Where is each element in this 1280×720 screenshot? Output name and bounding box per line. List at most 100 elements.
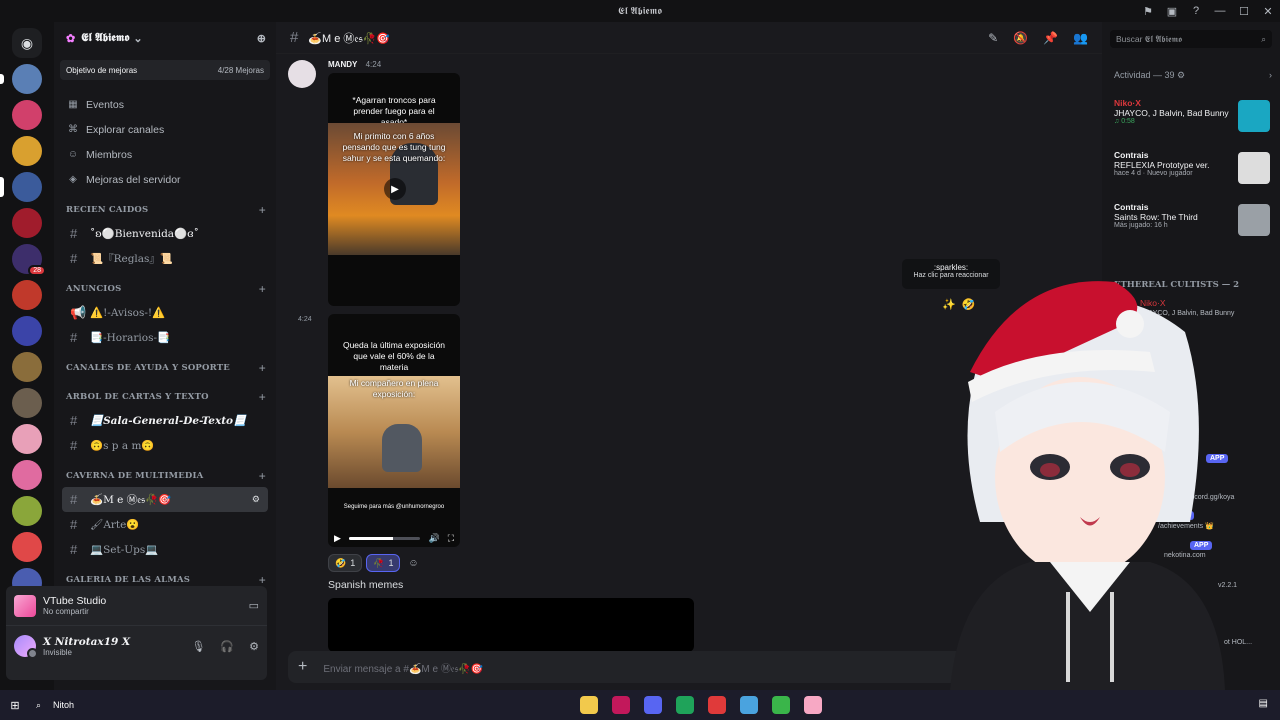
author-avatar[interactable] xyxy=(288,60,316,88)
menu-item-members[interactable]: ☺ Miembros xyxy=(54,142,276,167)
menu-item-boosts[interactable]: ◈ Mejoras del servidor xyxy=(54,167,276,192)
channel-item[interactable]: # 📑-Horarios-📑 xyxy=(62,325,268,350)
category-label: ANUNCIOS xyxy=(66,284,122,294)
add-channel-icon[interactable]: + xyxy=(259,390,266,404)
video-attachment[interactable]: Queda la última exposición que vale el 6… xyxy=(328,314,460,547)
microphone-icon[interactable]: 🎙 xyxy=(191,640,205,653)
server-icon[interactable] xyxy=(12,208,42,238)
server-icon[interactable] xyxy=(0,172,42,202)
app-badge: APP xyxy=(1206,454,1229,463)
add-channel-icon[interactable]: + xyxy=(259,203,266,217)
app-icon[interactable] xyxy=(772,696,790,714)
add-channel-icon[interactable]: + xyxy=(259,573,266,587)
activity-card[interactable]: Contrais Saints Row: The Third Más jugad… xyxy=(1108,198,1274,246)
channel-name: 📑-Horarios-📑 xyxy=(90,332,171,344)
add-reaction-icon[interactable]: ☺ xyxy=(404,554,422,572)
boost-goal[interactable]: Objetivo de mejoras 4/28 Mejoras xyxy=(60,60,270,80)
server-icon[interactable] xyxy=(12,460,42,490)
share-screen-icon[interactable]: ▭ xyxy=(249,599,259,612)
server-icon[interactable] xyxy=(12,496,42,526)
channel-item[interactable]: # 🙃s p a m🙃 xyxy=(62,433,268,458)
channel-item[interactable]: # ˚ʚ⚪Bienvenida⚪ɞ˚ xyxy=(62,221,268,246)
maximize-button[interactable]: ☐ xyxy=(1232,0,1256,22)
member-item[interactable]: Niko·X JHAYCO, J Balvin, Bad Bunny xyxy=(1114,298,1274,324)
video-subject xyxy=(382,424,422,472)
headphones-icon[interactable]: 🎧 xyxy=(220,640,234,653)
menu-item-events[interactable]: ▦ Eventos xyxy=(54,92,276,117)
server-header[interactable]: ✿ 𝕰𝖑 𝕬𝖇𝖎𝖊𝖒𝖔 ⌄ ⊕ xyxy=(54,22,276,54)
mute-icon[interactable]: 🔕 xyxy=(1013,31,1028,45)
category-header[interactable]: CAVERNA DE MULTIMEDIA + xyxy=(54,465,276,487)
add-channel-icon[interactable]: + xyxy=(259,282,266,296)
activity-card[interactable]: Niko·X JHAYCO, J Balvin, Bad Bunny ♫ 0:5… xyxy=(1108,94,1274,142)
upload-icon[interactable]: + xyxy=(298,658,307,676)
help-icon[interactable]: ? xyxy=(1184,0,1208,22)
menu-item-browse[interactable]: ⌘ Explorar canales xyxy=(54,117,276,142)
reaction[interactable]: 🥀 1 xyxy=(366,554,401,572)
pin-icon[interactable]: 📌 xyxy=(1043,31,1058,45)
screen-icon[interactable]: ▣ xyxy=(1160,0,1184,22)
close-button[interactable]: ✕ xyxy=(1256,0,1280,22)
video-attachment[interactable]: *Agarran troncos para prender fuego para… xyxy=(328,73,460,306)
server-icon[interactable] xyxy=(12,532,42,562)
activity-card[interactable]: Contrais REFLEXIA Prototype ver. hace 4 … xyxy=(1108,146,1274,194)
channel-settings-icon[interactable]: ⚙ xyxy=(252,495,260,505)
gear-icon[interactable]: ⚙ xyxy=(1177,70,1185,80)
taskbar-search[interactable]: ⌕ Nitoh xyxy=(36,700,74,711)
add-channel-icon[interactable]: + xyxy=(259,469,266,483)
server-icon[interactable] xyxy=(12,424,42,454)
windows-start-icon[interactable]: ⊞ xyxy=(0,699,30,712)
notification-icon[interactable]: ▤ xyxy=(1259,698,1268,709)
channel-item[interactable]: # 📃Sala-General-De-Texto📃 xyxy=(62,408,268,433)
author-name[interactable]: MANDY xyxy=(328,60,357,69)
server-folder-icon[interactable]: 28 xyxy=(12,244,46,276)
server-icon[interactable] xyxy=(12,100,42,130)
sparkles-icon[interactable]: ✨ xyxy=(942,298,956,311)
file-explorer-icon[interactable] xyxy=(580,696,598,714)
server-icon[interactable] xyxy=(12,280,42,310)
vtube-studio-icon[interactable] xyxy=(804,696,822,714)
member-list-icon[interactable]: 👥 xyxy=(1073,31,1088,45)
volume-icon[interactable]: 🔊 xyxy=(428,533,439,544)
server-icon[interactable] xyxy=(0,64,42,94)
invite-icon[interactable]: ⊕ xyxy=(257,32,266,45)
discord-icon[interactable] xyxy=(644,696,662,714)
play-icon[interactable]: ▶ xyxy=(334,533,341,544)
minimize-button[interactable]: — xyxy=(1208,0,1232,22)
obs-icon[interactable] xyxy=(708,696,726,714)
message-composer[interactable]: + Enviar mensaje a #🍝M e Ⓜ𝔢𝔰🥀🎯 xyxy=(288,651,1088,683)
reaction[interactable]: 🤣 1 xyxy=(328,554,363,572)
app-icon[interactable] xyxy=(740,696,758,714)
channel-item[interactable]: # 🖌Arte😮 xyxy=(62,512,268,537)
hash-icon: # xyxy=(70,413,78,428)
category-header[interactable]: ANUNCIOS + xyxy=(54,278,276,300)
channel-item[interactable]: # 📜『Reglas』📜 xyxy=(62,246,268,271)
chevron-right-icon[interactable]: › xyxy=(1269,70,1272,80)
channel-item[interactable]: 📢 ⚠️!-Avisos-!⚠️ xyxy=(62,300,268,325)
category-header[interactable]: CANALES DE AYUDA Y SOPORTE + xyxy=(54,357,276,379)
laugh-icon[interactable]: 🤣 xyxy=(962,298,976,311)
channel-item[interactable]: # 💻Set-Ups💻 xyxy=(62,537,268,562)
fullscreen-icon[interactable]: ⛶ xyxy=(448,533,454,544)
add-channel-icon[interactable]: + xyxy=(259,361,266,375)
message-input[interactable]: Enviar mensaje a #🍝M e Ⓜ𝔢𝔰🥀🎯 xyxy=(323,660,483,675)
discord-home-icon[interactable]: ◉ xyxy=(12,28,42,58)
avatar[interactable] xyxy=(14,635,38,659)
category-header[interactable]: ARBOL DE CARTAS Y TEXTO + xyxy=(54,386,276,408)
play-icon[interactable]: ▶ xyxy=(384,178,406,200)
threads-icon[interactable]: ✎ xyxy=(988,31,998,45)
video-progress[interactable] xyxy=(348,536,421,540)
settings-icon[interactable]: ⚙ xyxy=(249,640,259,653)
xbox-icon[interactable] xyxy=(676,696,694,714)
server-icon[interactable] xyxy=(12,388,42,418)
opera-icon[interactable] xyxy=(612,696,630,714)
inbox-icon[interactable]: ⚑ xyxy=(1136,0,1160,22)
media-embed[interactable] xyxy=(328,598,694,652)
user-info[interactable]: 𝑿 𝑵𝒊𝒕𝒓𝒐𝒕𝒂𝒙19 𝑿 Invisible 🎙 🎧 ⚙ xyxy=(6,626,267,666)
channel-item-active[interactable]: # 🍝M e Ⓜ𝔢𝔰🥀🎯 ⚙ xyxy=(62,487,268,512)
search-input[interactable]: Buscar 𝕰𝖑 𝕬𝖇𝖎𝖊𝖒𝖔 ⌕ xyxy=(1110,30,1272,48)
server-icon[interactable] xyxy=(12,316,42,346)
server-icon[interactable] xyxy=(12,136,42,166)
category-header[interactable]: RECIEN CAIDOS + xyxy=(54,199,276,221)
server-icon[interactable] xyxy=(12,352,42,382)
